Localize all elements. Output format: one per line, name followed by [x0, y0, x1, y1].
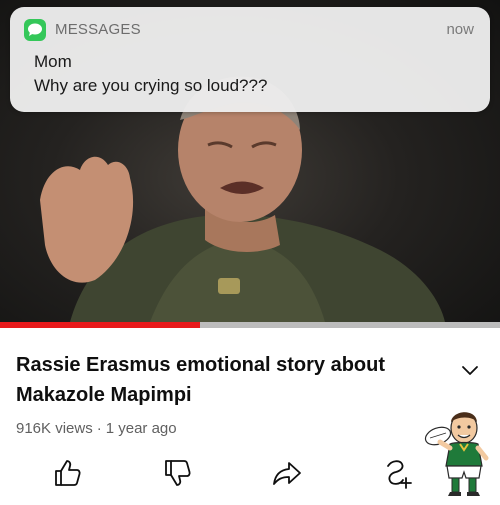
video-title[interactable]: Rassie Erasmus emotional story about Mak…	[16, 350, 426, 410]
notification-time: now	[446, 21, 474, 38]
video-progress-fill	[0, 322, 200, 328]
notification-app-name: MESSAGES	[55, 21, 141, 38]
messages-bubble-icon	[24, 19, 46, 41]
cartoon-rugby-player-sticker	[420, 400, 500, 500]
meta-separator: ·	[96, 420, 102, 437]
notification-sender: Mom	[34, 52, 72, 71]
video-progress-bar[interactable]	[0, 322, 500, 328]
message-notification[interactable]: MESSAGES now Mom Why are you crying so l…	[10, 7, 490, 112]
chevron-down-icon[interactable]	[458, 358, 482, 382]
notification-message: Why are you crying so loud???	[34, 76, 268, 95]
remix-icon[interactable]	[380, 456, 414, 490]
thumbs-down-icon[interactable]	[160, 456, 194, 490]
upload-age: 1 year ago	[105, 420, 177, 437]
video-metadata: 916K views · 1 year ago	[16, 420, 177, 437]
view-count: 916K views	[16, 420, 93, 437]
share-icon[interactable]	[270, 456, 304, 490]
thumbs-up-icon[interactable]	[50, 456, 84, 490]
